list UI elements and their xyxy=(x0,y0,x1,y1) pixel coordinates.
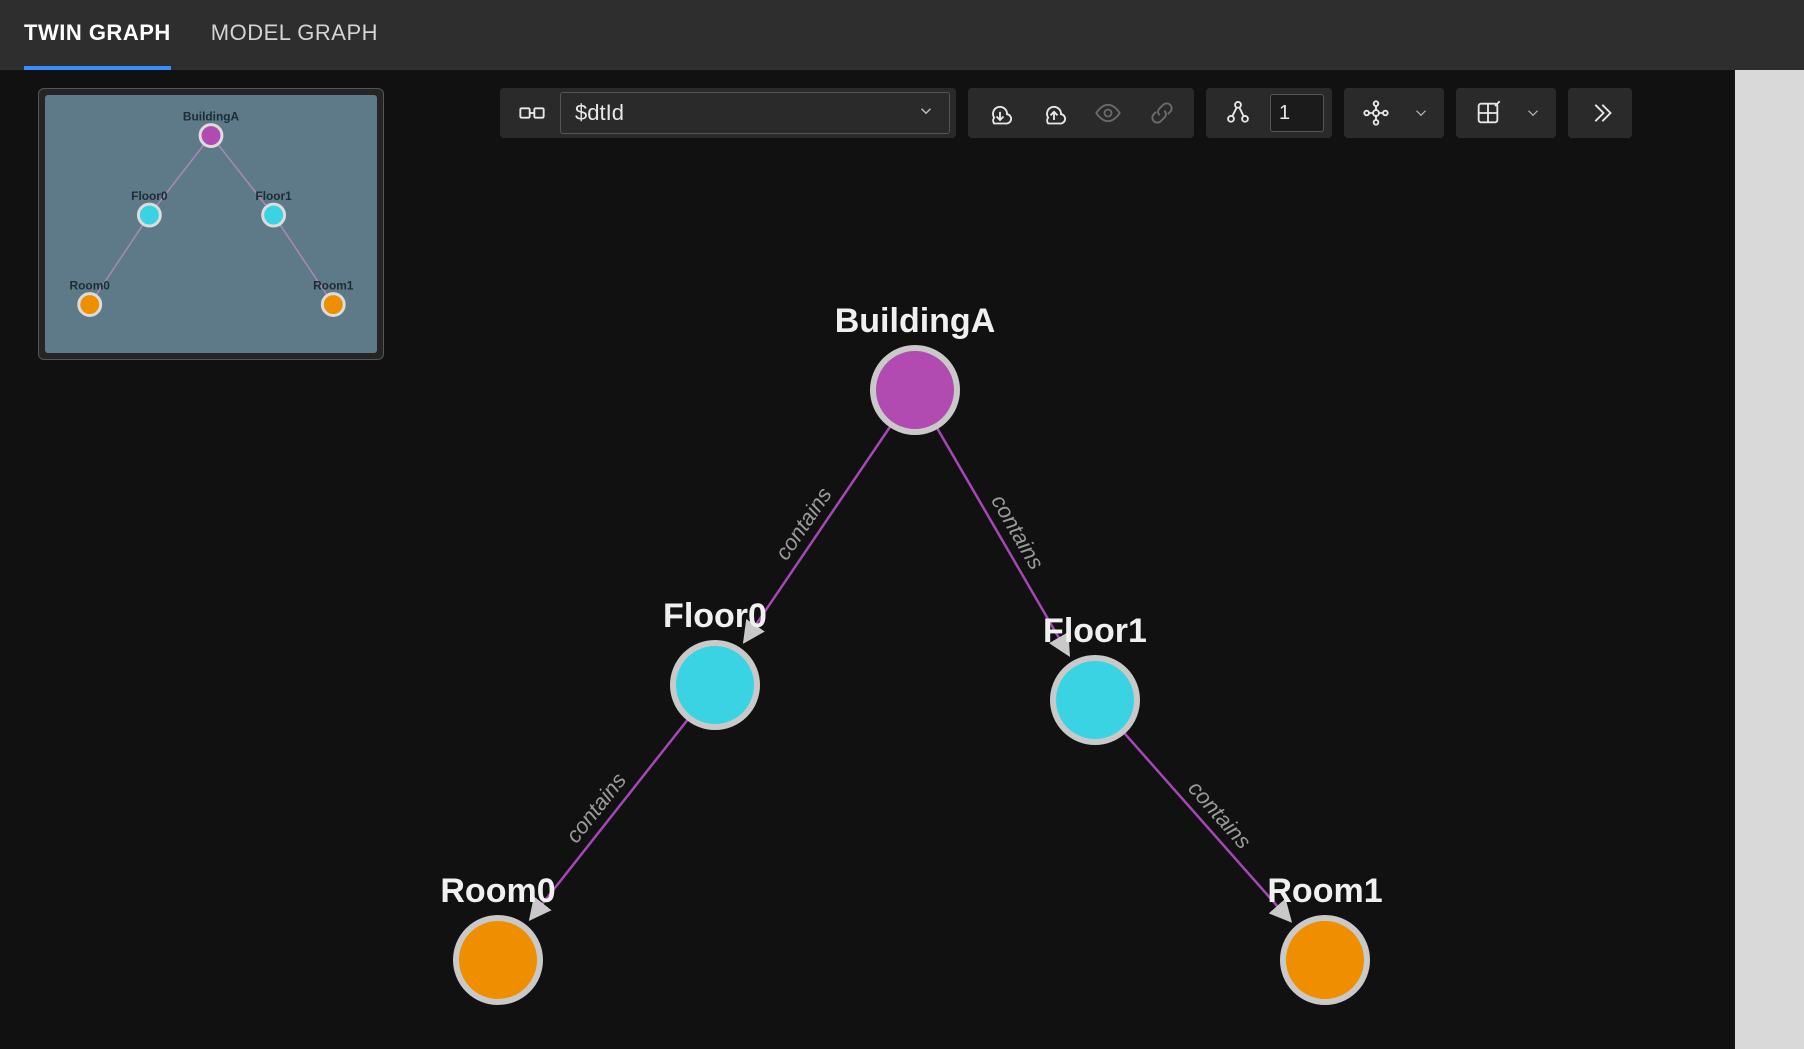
graph-canvas-area[interactable]: BuildingAFloor0Floor1Room0Room1 $dtId xyxy=(0,70,1735,1049)
node-buildingA[interactable]: BuildingA xyxy=(835,302,996,432)
node-label: BuildingA xyxy=(835,302,996,340)
edge-label: contains xyxy=(986,490,1049,573)
node-circle[interactable] xyxy=(456,918,540,1002)
node-floor0[interactable]: Floor0 xyxy=(663,597,767,727)
node-floor1[interactable]: Floor1 xyxy=(1043,612,1147,742)
node-label: Floor1 xyxy=(1043,612,1147,650)
node-circle[interactable] xyxy=(1283,918,1367,1002)
node-label: Floor0 xyxy=(663,597,767,635)
tab-label: TWIN GRAPH xyxy=(24,20,171,46)
node-room0[interactable]: Room0 xyxy=(440,872,555,1002)
property-inspector-panel xyxy=(1735,70,1804,1049)
node-label: Room1 xyxy=(1267,872,1382,910)
edge-label: contains xyxy=(770,483,837,565)
node-circle[interactable] xyxy=(1053,658,1137,742)
node-room1[interactable]: Room1 xyxy=(1267,872,1382,1002)
node-circle[interactable] xyxy=(873,348,957,432)
tab-twin-graph[interactable]: TWIN GRAPH xyxy=(24,0,171,70)
tab-label: MODEL GRAPH xyxy=(211,20,378,46)
node-circle[interactable] xyxy=(673,643,757,727)
node-label: Room0 xyxy=(440,872,555,910)
tab-model-graph[interactable]: MODEL GRAPH xyxy=(211,0,378,70)
tabs-header: TWIN GRAPH MODEL GRAPH xyxy=(0,0,1804,70)
graph-svg[interactable]: containscontainscontainscontains Buildin… xyxy=(0,70,1735,1049)
edge[interactable] xyxy=(1123,731,1291,921)
